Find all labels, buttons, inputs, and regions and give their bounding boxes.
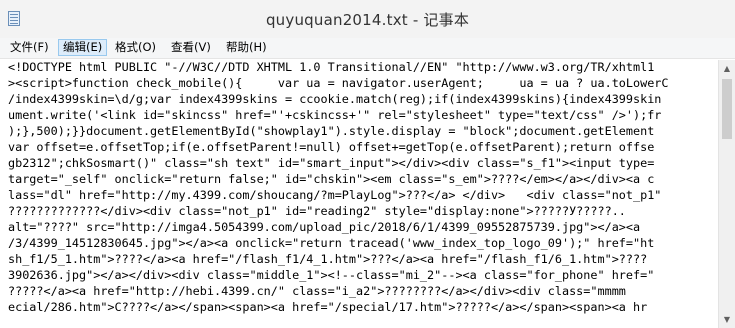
editor-line: /3/4399_14512830645.jpg"></a><a onclick=…: [8, 236, 655, 250]
editor-line: <!DOCTYPE html PUBLIC "-//W3C//DTD XHTML…: [8, 60, 655, 74]
editor-line: );},500);}}document.getElementById("show…: [8, 124, 655, 138]
menu-bar: 文件(F) 编辑(E) 格式(O) 查看(V) 帮助(H): [0, 38, 735, 59]
editor-line: ?????</a><a href="http://hebi.4399.cn/" …: [8, 284, 626, 298]
menu-view[interactable]: 查看(V): [167, 39, 215, 56]
editor-line: ?????????????</div><div class="not_p1" i…: [8, 204, 626, 218]
menu-format[interactable]: 格式(O): [111, 39, 160, 56]
text-editor[interactable]: <!DOCTYPE html PUBLIC "-//W3C//DTD XHTML…: [6, 60, 717, 328]
editor-line: var offset=e.offsetTop;if(e.offsetParent…: [8, 140, 655, 154]
scrollbar-thumb[interactable]: [722, 79, 732, 139]
menu-help[interactable]: 帮助(H): [222, 39, 271, 56]
scroll-down-icon[interactable]: ▼: [719, 311, 735, 328]
menu-edit[interactable]: 编辑(E): [58, 39, 108, 56]
notepad-window: quyuquan2014.txt - 记事本 文件(F) 编辑(E) 格式(O)…: [0, 0, 735, 328]
editor-line: ><script>function check_mobile(){ var ua…: [8, 76, 669, 90]
vertical-scrollbar[interactable]: ▲ ▼: [718, 60, 735, 328]
editor-line: ecial/286.htm">C????</a></span><span><a …: [8, 300, 648, 314]
title-bar[interactable]: quyuquan2014.txt - 记事本: [0, 0, 735, 39]
editor-line: gb2312";chkSosmart()" class="sh text" id…: [8, 156, 655, 170]
editor-line: sh_f1/5_1.htm">????</a><a href="/flash_f…: [8, 252, 648, 266]
editor-line: /index4399skin=\d/g;var index4399skins =…: [8, 92, 662, 106]
editor-line: target="_self" onclick="return false;" i…: [8, 172, 655, 186]
editor-line: ument.write('<link id="skincss" href="'+…: [8, 108, 662, 122]
menu-file[interactable]: 文件(F): [6, 39, 53, 56]
scroll-up-icon[interactable]: ▲: [719, 60, 735, 77]
editor-line: lass="dl" href="http://my.4399.com/shouc…: [8, 188, 662, 202]
editor-line: alt="????" src="http://imga4.5054399.com…: [8, 220, 641, 234]
editor-line: 3902636.jpg"></a></div><div class="middl…: [8, 268, 655, 282]
window-title: quyuquan2014.txt - 记事本: [265, 11, 470, 29]
